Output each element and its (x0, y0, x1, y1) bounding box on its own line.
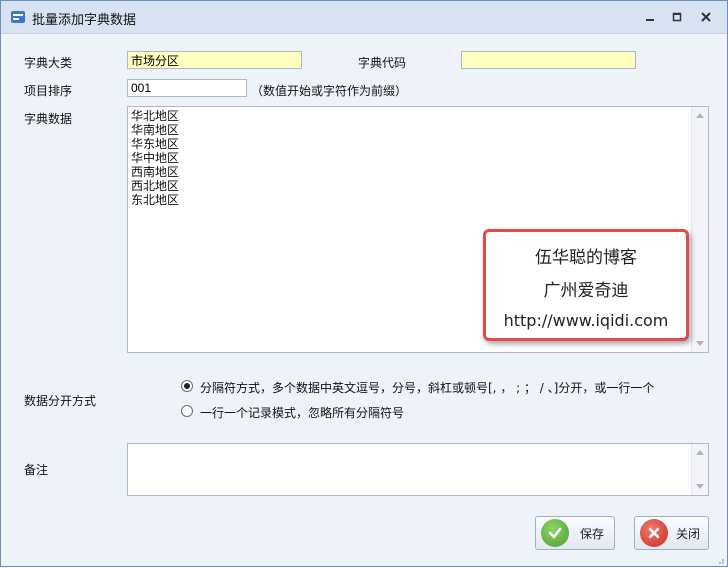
dialog-window: 批量添加字典数据 字典大类 字典代码 项目排序 （数值开始或字符作为前缀） 字典… (0, 0, 728, 567)
data-line: 东北地区 (131, 193, 180, 207)
close-icon (701, 12, 711, 22)
watermark-line-1: 伍华聪的博客 (535, 248, 637, 268)
code-label: 字典代码 (358, 56, 407, 70)
split-option-delimiter-label: 分隔符方式，多个数据中英文逗号，分号，斜杠或顿号[, ， ; ； / 、]分开，… (200, 381, 655, 395)
blog-watermark: 伍华聪的博客 广州爱奇迪 http://www.iqidi.com (483, 229, 689, 341)
split-option-line-label: 一行一个记录模式，忽略所有分隔符号 (200, 406, 405, 420)
split-mode-label: 数据分开方式 (24, 394, 97, 408)
data-line: 西南地区 (131, 165, 180, 179)
cancel-button[interactable]: 关闭 (634, 516, 709, 550)
order-hint: （数值开始或字符作为前缀） (251, 84, 408, 98)
window-title: 批量添加字典数据 (32, 13, 137, 28)
category-input[interactable] (127, 51, 302, 69)
minimize-icon (646, 19, 654, 21)
order-label: 项目排序 (24, 84, 73, 98)
data-scrollbar[interactable] (691, 107, 708, 352)
order-input[interactable] (127, 79, 247, 97)
split-radio-delimiter[interactable] (181, 380, 193, 392)
save-label: 保存 (580, 526, 605, 541)
check-icon (541, 519, 569, 547)
scroll-down-icon[interactable] (696, 484, 704, 489)
data-line: 华南地区 (131, 123, 180, 137)
data-label: 字典数据 (24, 112, 73, 126)
code-input[interactable] (461, 51, 636, 69)
data-line: 华中地区 (131, 151, 180, 165)
watermark-line-2: 广州爱奇迪 (543, 281, 629, 301)
dictionary-app-icon (10, 9, 26, 25)
x-circle-icon (640, 519, 668, 547)
split-radio-line[interactable] (181, 405, 193, 417)
data-lines: 华北地区 华南地区 华东地区 华中地区 西南地区 西北地区 东北地区 (131, 109, 179, 207)
watermark-line-3: http://www.iqidi.com (503, 311, 669, 330)
maximize-icon (672, 12, 682, 22)
close-button[interactable] (694, 7, 718, 27)
remark-label: 备注 (24, 463, 49, 477)
maximize-button[interactable] (665, 7, 689, 27)
remark-textarea[interactable] (127, 443, 709, 496)
data-line: 华东地区 (131, 137, 180, 151)
minimize-button[interactable] (638, 7, 662, 27)
scroll-up-icon[interactable] (696, 113, 704, 118)
data-line: 西北地区 (131, 179, 180, 193)
resize-grip-icon[interactable] (715, 554, 725, 564)
category-label: 字典大类 (24, 56, 73, 70)
scroll-up-icon[interactable] (696, 450, 704, 455)
title-bar[interactable]: 批量添加字典数据 (1, 1, 727, 34)
data-line: 华北地区 (131, 109, 180, 123)
remark-scrollbar[interactable] (691, 444, 708, 495)
close-label: 关闭 (676, 526, 701, 541)
scroll-down-icon[interactable] (696, 341, 704, 346)
save-button[interactable]: 保存 (535, 516, 615, 550)
